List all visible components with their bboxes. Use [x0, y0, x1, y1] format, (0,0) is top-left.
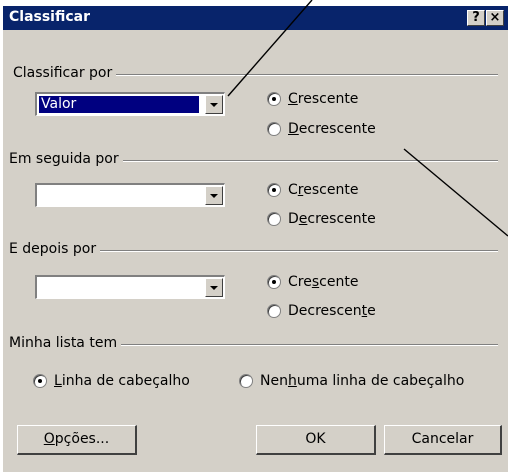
callout-lines	[227, 0, 508, 237]
callout-line-sort-by	[227, 0, 313, 97]
callout-line-descending	[403, 148, 508, 237]
